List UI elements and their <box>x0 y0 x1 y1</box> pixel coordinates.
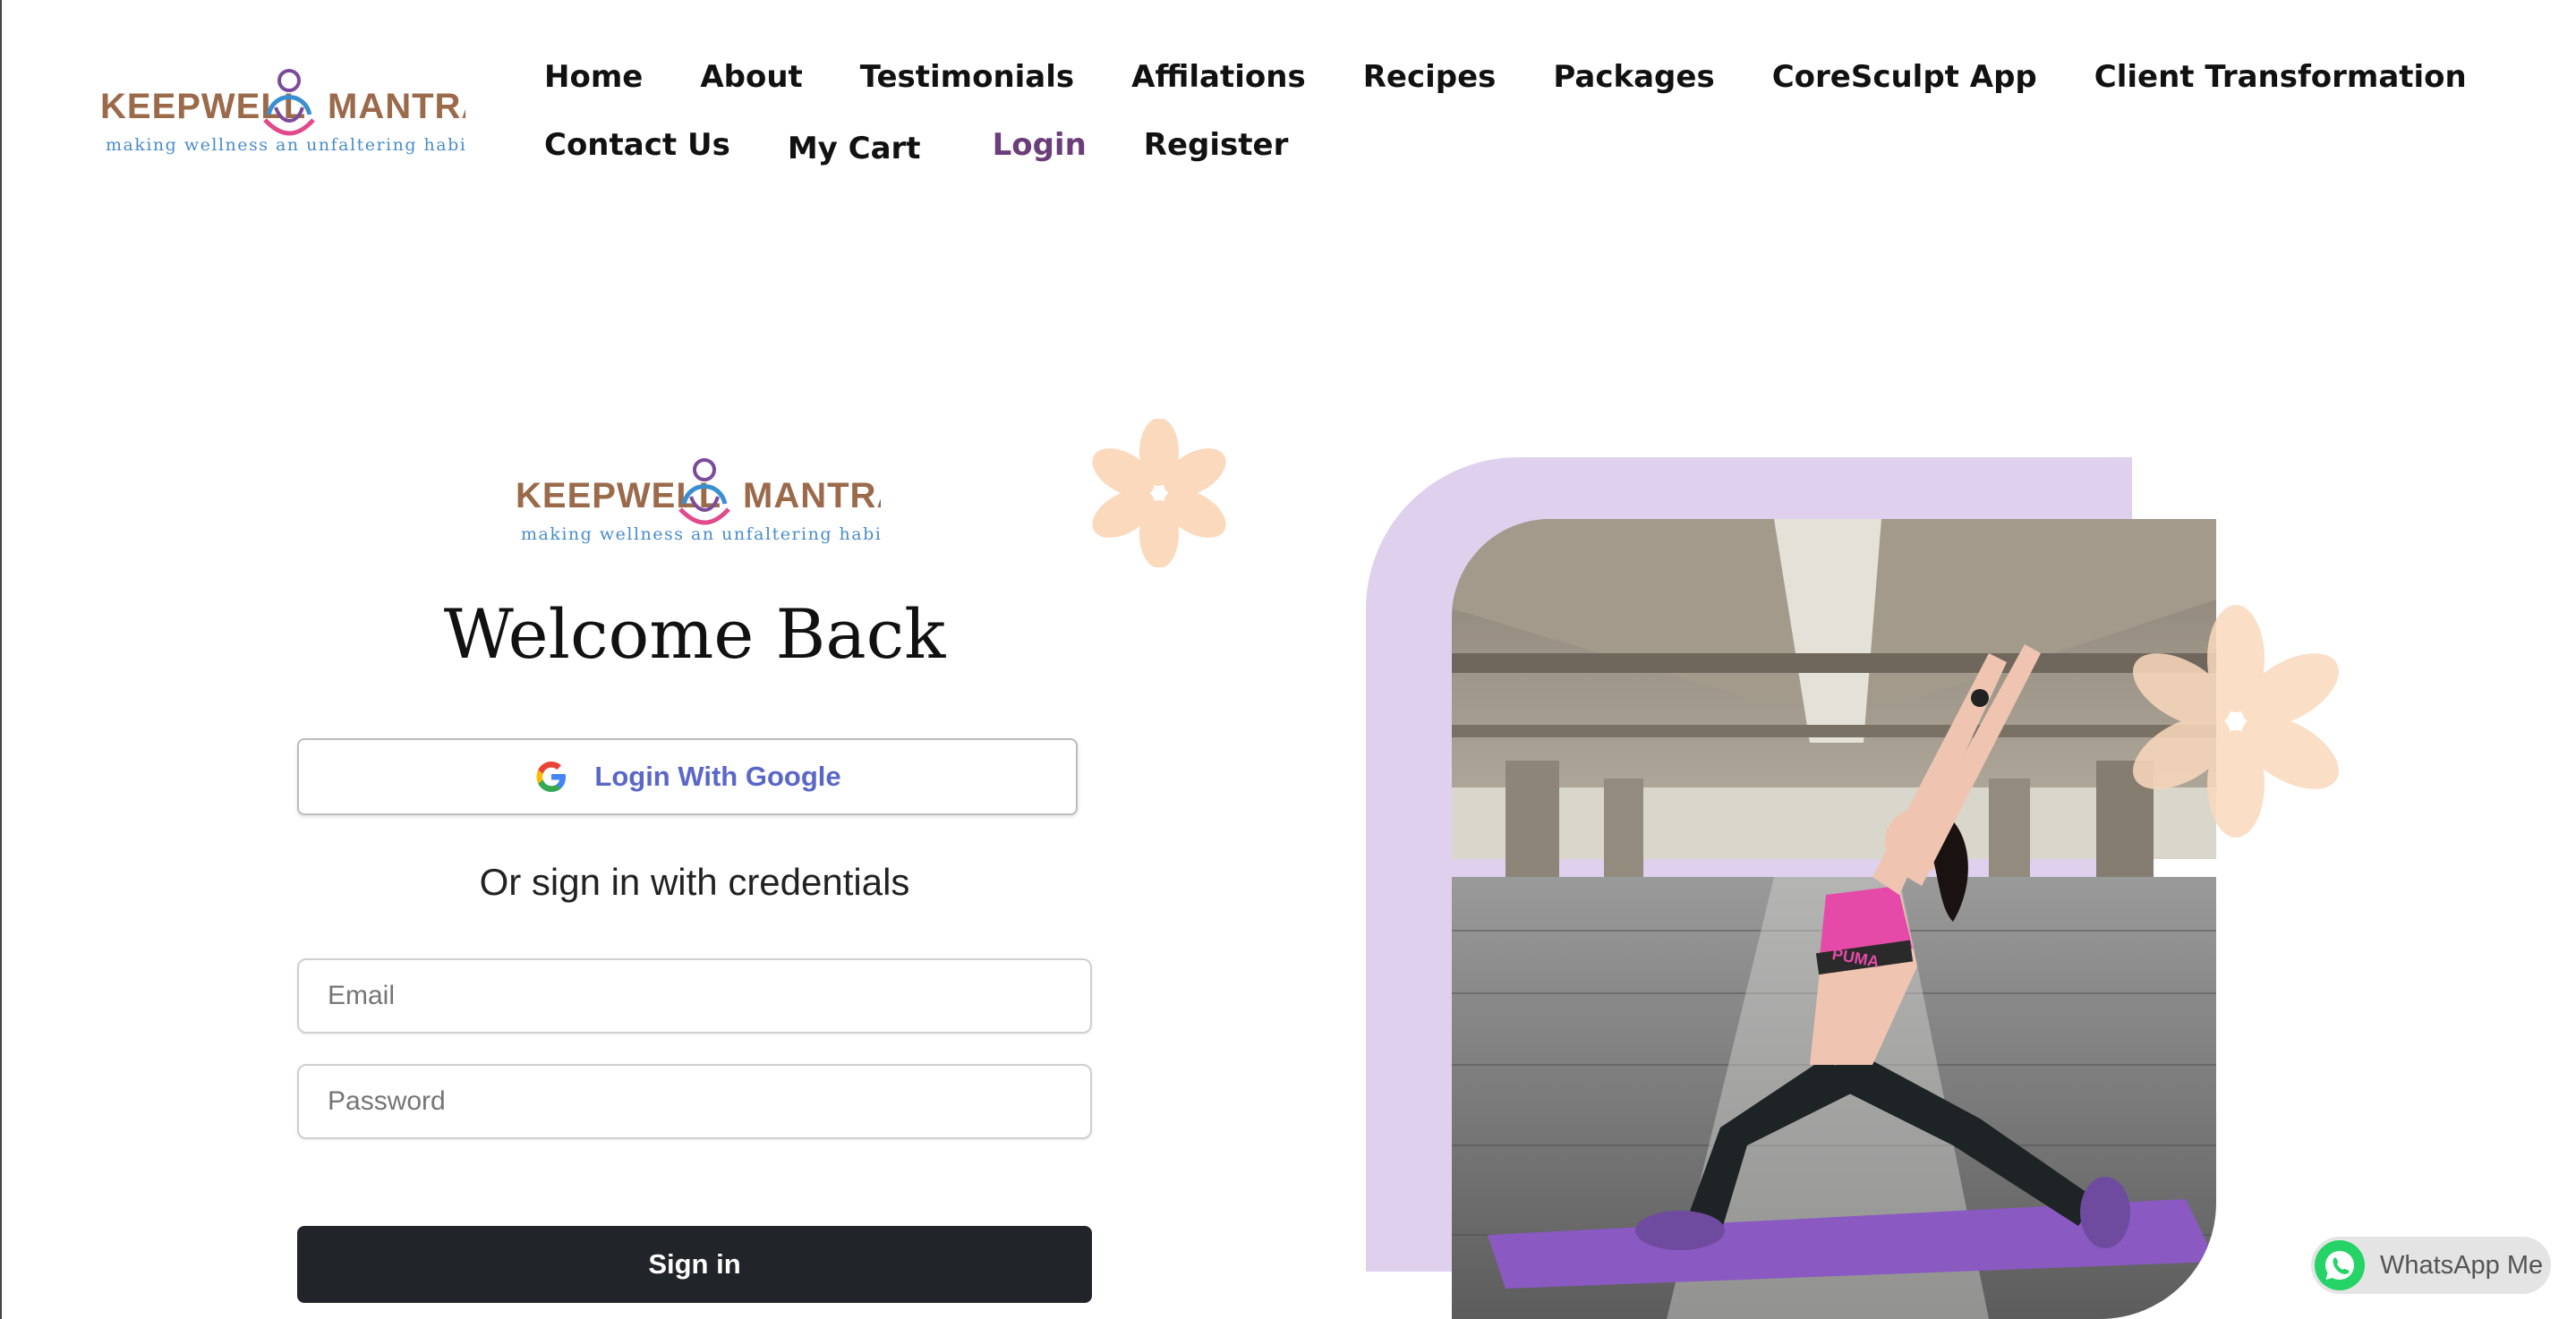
google-icon <box>536 762 567 792</box>
nav-home[interactable]: Home <box>544 59 643 95</box>
nav-contact-us[interactable]: Contact Us <box>544 127 730 163</box>
nav-about[interactable]: About <box>700 59 802 95</box>
whatsapp-chat-button[interactable]: WhatsApp Me <box>2311 1237 2551 1294</box>
welcome-heading: Welcome Back <box>443 594 946 674</box>
form-logo: KEEPWELL MANTRAS making wellness an unfa… <box>514 452 927 550</box>
nav-testimonials[interactable]: Testimonials <box>860 59 1074 95</box>
logo-name-left: KEEPWELL <box>516 476 721 515</box>
password-field[interactable] <box>297 1064 1092 1139</box>
nav-my-cart[interactable]: My Cart <box>788 131 921 166</box>
flower-icon <box>2133 605 2339 838</box>
logo-tagline: making wellness an unfaltering habit <box>106 135 465 155</box>
logo-name-right: MANTRAS <box>743 476 881 515</box>
nav-row-primary: Home About Testimonials Affilations Reci… <box>544 54 2467 100</box>
whatsapp-label: WhatsApp Me <box>2380 1250 2544 1280</box>
google-button-label: Login With Google <box>594 761 841 792</box>
nav-row-secondary: Contact Us My Cart Login Register <box>544 122 2334 168</box>
flower-icon <box>1092 419 1226 567</box>
nav-coresculpt-app[interactable]: CoreSculpt App <box>1772 59 2037 95</box>
sign-in-button[interactable]: Sign in <box>297 1226 1092 1303</box>
nav-recipes[interactable]: Recipes <box>1363 59 1497 95</box>
whatsapp-icon <box>2315 1240 2365 1290</box>
nav-affilations[interactable]: Affilations <box>1131 59 1306 95</box>
logo-tagline: making wellness an unfaltering habit <box>521 524 881 544</box>
nav-register[interactable]: Register <box>1144 127 1289 163</box>
email-field[interactable] <box>297 958 1092 1034</box>
logo-name-right: MANTRAS <box>328 87 465 126</box>
or-sign-in-text: Or sign in with credentials <box>479 861 910 903</box>
main-nav: Home About Testimonials Affilations Reci… <box>544 54 2467 168</box>
login-with-google-button[interactable]: Login With Google <box>297 738 1078 815</box>
nav-client-transformation[interactable]: Client Transformation <box>2094 59 2467 95</box>
nav-packages[interactable]: Packages <box>1553 59 1714 95</box>
yoga-photo: PUMA <box>1452 519 2216 1319</box>
nav-login[interactable]: Login <box>993 127 1087 163</box>
header-logo[interactable]: KEEPWELL MANTRAS making wellness an unfa… <box>98 63 512 161</box>
logo-name-left: KEEPWELL <box>100 87 306 126</box>
